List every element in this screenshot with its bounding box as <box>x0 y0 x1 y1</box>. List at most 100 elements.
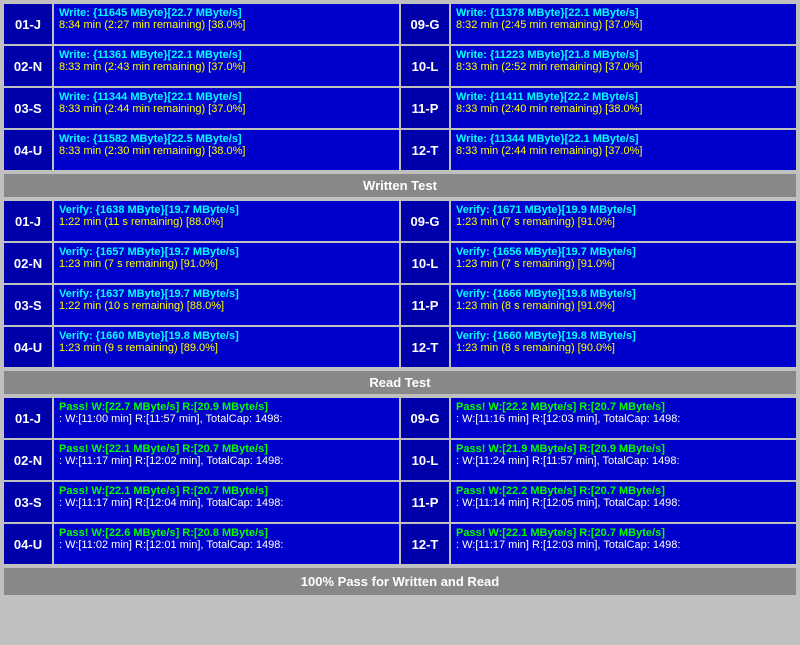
pass-left-cell-2: Pass! W:[22.1 MByte/s] R:[20.7 MByte/s] … <box>54 482 399 522</box>
left-line1-1: Write: {11361 MByte}[22.1 MByte/s] <box>59 49 394 61</box>
pass-row-0: 01-J Pass! W:[22.7 MByte/s] R:[20.9 MByt… <box>4 398 796 438</box>
pass-left-cell-3: Pass! W:[22.6 MByte/s] R:[20.8 MByte/s] … <box>54 524 399 564</box>
bottom-bar: 100% Pass for Written and Read <box>4 568 796 595</box>
left-line2-0: 8:34 min (2:27 min remaining) [38.0%] <box>59 19 394 31</box>
right-line1-3: Verify: {1660 MByte}[19.8 MByte/s] <box>456 330 791 342</box>
right-id-0: 09-G <box>401 4 449 44</box>
written-test-label: Written Test <box>363 178 437 193</box>
row-0: 01-J Verify: {1638 MByte}[19.7 MByte/s] … <box>4 201 796 241</box>
left-cell-1: Verify: {1657 MByte}[19.7 MByte/s] 1:23 … <box>54 243 399 283</box>
pass-row-1: 02-N Pass! W:[22.1 MByte/s] R:[20.7 MByt… <box>4 440 796 480</box>
left-line2-0: 1:22 min (11 s remaining) [88.0%] <box>59 216 394 228</box>
left-id-1: 02-N <box>4 243 52 283</box>
left-cell-3: Verify: {1660 MByte}[19.8 MByte/s] 1:23 … <box>54 327 399 367</box>
right-cell-2: Verify: {1666 MByte}[19.8 MByte/s] 1:23 … <box>451 285 796 325</box>
pass-left-id-3: 04-U <box>4 524 52 564</box>
right-id-1: 10-L <box>401 243 449 283</box>
right-line2-2: 8:33 min (2:40 min remaining) [38.0%] <box>456 103 791 115</box>
pass-right-id-3: 12-T <box>401 524 449 564</box>
pass-left-line2-0: : W:[11:00 min] R:[11:57 min], TotalCap:… <box>59 413 394 425</box>
left-line2-2: 1:22 min (10 s remaining) [88.0%] <box>59 300 394 312</box>
right-cell-0: Write: {11378 MByte}[22.1 MByte/s] 8:32 … <box>451 4 796 44</box>
read-test-label: Read Test <box>369 375 430 390</box>
left-id-3: 04-U <box>4 130 52 170</box>
right-cell-2: Write: {11411 MByte}[22.2 MByte/s] 8:33 … <box>451 88 796 128</box>
pass-right-line2-0: : W:[11:16 min] R:[12:03 min], TotalCap:… <box>456 413 791 425</box>
right-line1-0: Write: {11378 MByte}[22.1 MByte/s] <box>456 7 791 19</box>
right-id-3: 12-T <box>401 327 449 367</box>
write-section: 01-J Write: {11645 MByte}[22.7 MByte/s] … <box>4 4 796 170</box>
row-0: 01-J Write: {11645 MByte}[22.7 MByte/s] … <box>4 4 796 44</box>
left-cell-2: Verify: {1637 MByte}[19.7 MByte/s] 1:22 … <box>54 285 399 325</box>
right-line2-1: 8:33 min (2:52 min remaining) [37.0%] <box>456 61 791 73</box>
pass-right-line1-3: Pass! W:[22.1 MByte/s] R:[20.7 MByte/s] <box>456 527 791 539</box>
left-line1-3: Verify: {1660 MByte}[19.8 MByte/s] <box>59 330 394 342</box>
left-cell-1: Write: {11361 MByte}[22.1 MByte/s] 8:33 … <box>54 46 399 86</box>
left-line2-1: 8:33 min (2:43 min remaining) [37.0%] <box>59 61 394 73</box>
left-line2-3: 1:23 min (9 s remaining) [89.0%] <box>59 342 394 354</box>
pass-left-id-1: 02-N <box>4 440 52 480</box>
pass-right-line2-1: : W:[11:24 min] R:[11:57 min], TotalCap:… <box>456 455 791 467</box>
pass-row-2: 03-S Pass! W:[22.1 MByte/s] R:[20.7 MByt… <box>4 482 796 522</box>
left-cell-3: Write: {11582 MByte}[22.5 MByte/s] 8:33 … <box>54 130 399 170</box>
pass-right-line1-0: Pass! W:[22.2 MByte/s] R:[20.7 MByte/s] <box>456 401 791 413</box>
right-line1-3: Write: {11344 MByte}[22.1 MByte/s] <box>456 133 791 145</box>
right-id-2: 11-P <box>401 285 449 325</box>
pass-right-line1-2: Pass! W:[22.2 MByte/s] R:[20.7 MByte/s] <box>456 485 791 497</box>
left-line1-3: Write: {11582 MByte}[22.5 MByte/s] <box>59 133 394 145</box>
left-line1-0: Write: {11645 MByte}[22.7 MByte/s] <box>59 7 394 19</box>
left-cell-2: Write: {11344 MByte}[22.1 MByte/s] 8:33 … <box>54 88 399 128</box>
right-id-0: 09-G <box>401 201 449 241</box>
right-cell-1: Verify: {1656 MByte}[19.7 MByte/s] 1:23 … <box>451 243 796 283</box>
left-id-0: 01-J <box>4 201 52 241</box>
row-2: 03-S Verify: {1637 MByte}[19.7 MByte/s] … <box>4 285 796 325</box>
left-line2-1: 1:23 min (7 s remaining) [91.0%] <box>59 258 394 270</box>
row-1: 02-N Write: {11361 MByte}[22.1 MByte/s] … <box>4 46 796 86</box>
verify-section: 01-J Verify: {1638 MByte}[19.7 MByte/s] … <box>4 201 796 367</box>
left-line1-1: Verify: {1657 MByte}[19.7 MByte/s] <box>59 246 394 258</box>
written-test-divider: Written Test <box>4 174 796 197</box>
left-cell-0: Write: {11645 MByte}[22.7 MByte/s] 8:34 … <box>54 4 399 44</box>
read-test-divider: Read Test <box>4 371 796 394</box>
pass-row-3: 04-U Pass! W:[22.6 MByte/s] R:[20.8 MByt… <box>4 524 796 564</box>
pass-left-line1-2: Pass! W:[22.1 MByte/s] R:[20.7 MByte/s] <box>59 485 394 497</box>
pass-left-line1-1: Pass! W:[22.1 MByte/s] R:[20.7 MByte/s] <box>59 443 394 455</box>
left-id-0: 01-J <box>4 4 52 44</box>
right-cell-0: Verify: {1671 MByte}[19.9 MByte/s] 1:23 … <box>451 201 796 241</box>
pass-right-id-0: 09-G <box>401 398 449 438</box>
right-line2-0: 1:23 min (7 s remaining) [91.0%] <box>456 216 791 228</box>
pass-left-line1-0: Pass! W:[22.7 MByte/s] R:[20.9 MByte/s] <box>59 401 394 413</box>
right-cell-3: Write: {11344 MByte}[22.1 MByte/s] 8:33 … <box>451 130 796 170</box>
right-id-3: 12-T <box>401 130 449 170</box>
right-id-1: 10-L <box>401 46 449 86</box>
pass-left-cell-1: Pass! W:[22.1 MByte/s] R:[20.7 MByte/s] … <box>54 440 399 480</box>
row-3: 04-U Write: {11582 MByte}[22.5 MByte/s] … <box>4 130 796 170</box>
left-line2-2: 8:33 min (2:44 min remaining) [37.0%] <box>59 103 394 115</box>
pass-left-id-0: 01-J <box>4 398 52 438</box>
left-line2-3: 8:33 min (2:30 min remaining) [38.0%] <box>59 145 394 157</box>
pass-left-line2-1: : W:[11:17 min] R:[12:02 min], TotalCap:… <box>59 455 394 467</box>
left-id-3: 04-U <box>4 327 52 367</box>
left-cell-0: Verify: {1638 MByte}[19.7 MByte/s] 1:22 … <box>54 201 399 241</box>
right-line2-3: 8:33 min (2:44 min remaining) [37.0%] <box>456 145 791 157</box>
right-line1-1: Write: {11223 MByte}[21.8 MByte/s] <box>456 49 791 61</box>
pass-left-id-2: 03-S <box>4 482 52 522</box>
pass-left-cell-0: Pass! W:[22.7 MByte/s] R:[20.9 MByte/s] … <box>54 398 399 438</box>
pass-summary-label: 100% Pass for Written and Read <box>301 574 499 589</box>
pass-section: 01-J Pass! W:[22.7 MByte/s] R:[20.9 MByt… <box>4 398 796 564</box>
right-line1-0: Verify: {1671 MByte}[19.9 MByte/s] <box>456 204 791 216</box>
right-line1-1: Verify: {1656 MByte}[19.7 MByte/s] <box>456 246 791 258</box>
pass-left-line2-2: : W:[11:17 min] R:[12:04 min], TotalCap:… <box>59 497 394 509</box>
pass-right-cell-0: Pass! W:[22.2 MByte/s] R:[20.7 MByte/s] … <box>451 398 796 438</box>
pass-left-line1-3: Pass! W:[22.6 MByte/s] R:[20.8 MByte/s] <box>59 527 394 539</box>
right-line2-0: 8:32 min (2:45 min remaining) [37.0%] <box>456 19 791 31</box>
right-line1-2: Verify: {1666 MByte}[19.8 MByte/s] <box>456 288 791 300</box>
main-container: 01-J Write: {11645 MByte}[22.7 MByte/s] … <box>0 0 800 599</box>
pass-right-id-2: 11-P <box>401 482 449 522</box>
left-line1-2: Write: {11344 MByte}[22.1 MByte/s] <box>59 91 394 103</box>
left-id-2: 03-S <box>4 88 52 128</box>
left-line1-2: Verify: {1637 MByte}[19.7 MByte/s] <box>59 288 394 300</box>
right-line2-3: 1:23 min (8 s remaining) [90.0%] <box>456 342 791 354</box>
left-line1-0: Verify: {1638 MByte}[19.7 MByte/s] <box>59 204 394 216</box>
pass-right-cell-1: Pass! W:[21.9 MByte/s] R:[20.9 MByte/s] … <box>451 440 796 480</box>
